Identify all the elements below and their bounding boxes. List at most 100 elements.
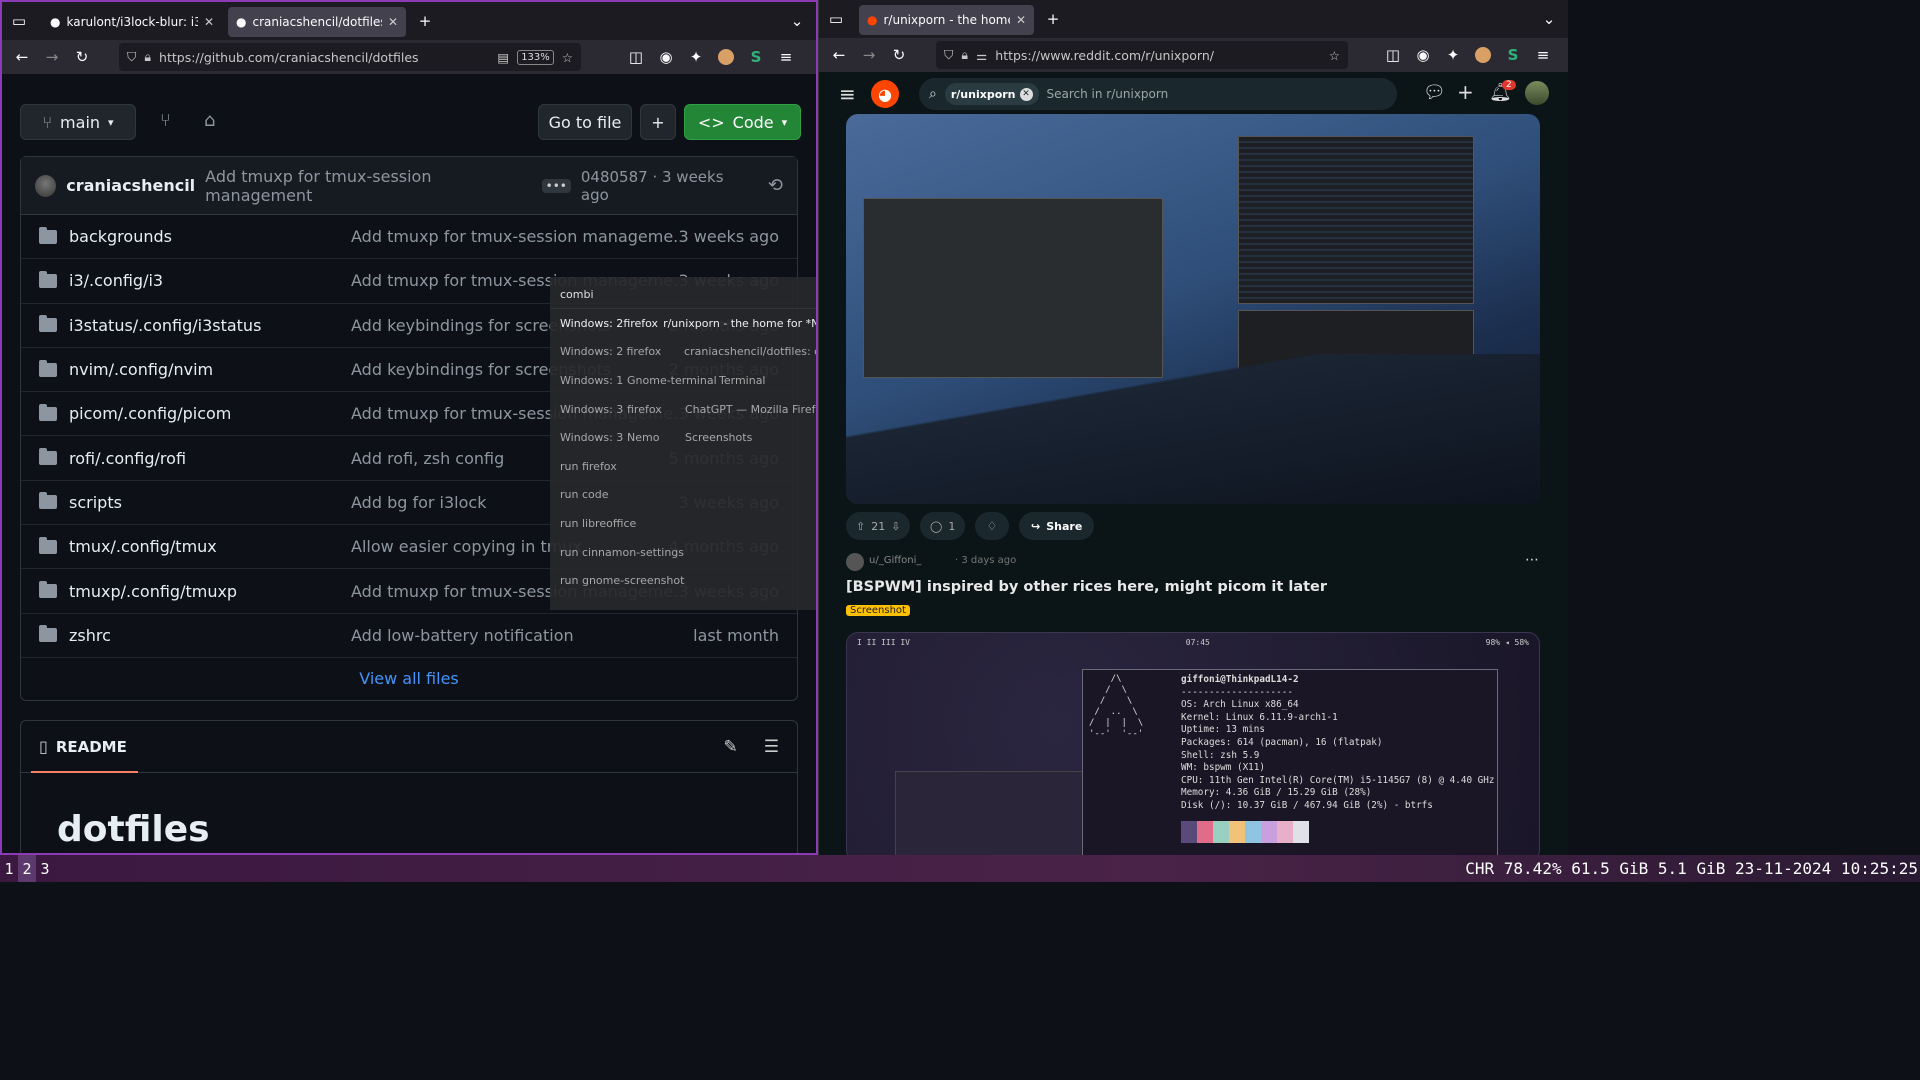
post2-title[interactable]: [BSPWM] inspired by other rices here, mi…	[846, 579, 1327, 595]
forward-icon[interactable]: →	[854, 40, 884, 70]
file-name[interactable]: tmux/.config/tmux	[69, 537, 351, 556]
account-icon[interactable]: ◉	[1408, 40, 1438, 70]
rofi-item[interactable]: Windows: 1 Gnome-terminal Terminal	[550, 366, 816, 395]
commit-message[interactable]: Add tmuxp for tmux-session management	[205, 167, 531, 205]
file-name[interactable]: i3status/.config/i3status	[69, 316, 351, 335]
file-name[interactable]: nvim/.config/nvim	[69, 360, 351, 379]
workspace-3[interactable]: 3	[36, 855, 54, 882]
search-bar[interactable]: ⌕ r/unixporn ✕ Search in r/unixporn	[919, 78, 1397, 110]
create-post-icon[interactable]: +	[1457, 80, 1474, 104]
chat-icon[interactable]: 💬︎	[1423, 82, 1446, 103]
avatar[interactable]	[35, 174, 57, 197]
pocket-icon[interactable]: ◫	[1378, 40, 1408, 70]
post2-more-icon[interactable]: ⋯	[1525, 552, 1539, 568]
file-name[interactable]: scripts	[69, 493, 351, 512]
rofi-mode-prompt[interactable]: combi	[550, 277, 816, 309]
tab-i3lock-blur[interactable]: ● karulont/i3lock-blur: i3lock ✕	[42, 7, 222, 37]
rofi-item[interactable]: run gnome-screenshot	[550, 566, 816, 595]
menu-icon[interactable]: ≡	[771, 42, 801, 72]
commit-hash-time[interactable]: 0480587 · 3 weeks ago	[581, 168, 750, 204]
hamburger-icon[interactable]: ≡	[839, 82, 856, 106]
code-button[interactable]: <> Code ▾	[684, 104, 801, 140]
new-tab-button[interactable]: +	[1038, 4, 1068, 34]
branch-selector[interactable]: ⑂ main ▾	[20, 104, 136, 140]
extensions-icon[interactable]: ✦	[1438, 40, 1468, 70]
tab-list-icon[interactable]: ▭	[4, 6, 34, 36]
extension-avatar-icon[interactable]	[1468, 40, 1498, 70]
tab-overflow-chevron-icon[interactable]: ⌄	[1534, 4, 1564, 34]
tags-icon[interactable]: ⌂	[204, 110, 215, 131]
extension-s-icon[interactable]: S	[1498, 40, 1528, 70]
url-bar[interactable]: ⛉ 🔒︎ https://github.com/craniacshencil/d…	[119, 43, 581, 71]
comments-button[interactable]: ◯ 1	[920, 512, 966, 540]
extensions-icon[interactable]: ✦	[681, 42, 711, 72]
url-bar[interactable]: ⛉ 🔒︎ ⚌ https://www.reddit.com/r/unixporn…	[936, 41, 1348, 69]
close-tab-icon[interactable]: ✕	[1016, 13, 1026, 27]
rofi-item[interactable]: Windows: 3 firefox ChatGPT — Mozilla Firef…	[550, 395, 816, 424]
file-name[interactable]: picom/.config/picom	[69, 404, 351, 423]
new-tab-button[interactable]: +	[410, 6, 440, 36]
upvote-icon[interactable]: ⇧	[856, 520, 865, 533]
commit-details-icon[interactable]: •••	[541, 178, 571, 193]
rofi-item[interactable]: Windows: 3 Nemo Screenshots	[550, 423, 816, 452]
subreddit-chip[interactable]: r/unixporn ✕	[944, 83, 1039, 105]
tab-overflow-chevron-icon[interactable]: ⌄	[782, 6, 812, 36]
file-commit-message[interactable]: Add tmuxp for tmux-session manageme...	[351, 227, 679, 246]
share-button[interactable]: ↪ Share	[1019, 512, 1095, 540]
post-image-2[interactable]: I II III IV 07:45 98% ◂ 58% /\ / \ / \ /…	[846, 632, 1540, 855]
file-name[interactable]: zshrc	[69, 626, 351, 645]
workspace-1[interactable]: 1	[0, 855, 18, 882]
edit-pencil-icon[interactable]: ✎	[724, 737, 738, 757]
forward-icon[interactable]: →	[37, 42, 67, 72]
pocket-icon[interactable]: ◫	[621, 42, 651, 72]
workspace-2[interactable]: 2	[18, 855, 36, 882]
close-tab-icon[interactable]: ✕	[204, 15, 214, 29]
account-icon[interactable]: ◉	[651, 42, 681, 72]
file-name[interactable]: rofi/.config/rofi	[69, 449, 351, 468]
back-icon[interactable]: ←	[7, 42, 37, 72]
rofi-item[interactable]: Windows: 2 firefox r/unixporn - the home f…	[550, 309, 816, 338]
rofi-item[interactable]: run cinnamon-settings	[550, 538, 816, 567]
search-placeholder[interactable]: Search in r/unixporn	[1047, 87, 1169, 101]
tab-dotfiles[interactable]: ● craniacshencil/dotfiles: co ✕	[228, 7, 406, 37]
close-tab-icon[interactable]: ✕	[388, 15, 398, 29]
reader-view-icon[interactable]: ▤	[497, 50, 509, 65]
file-name[interactable]: tmuxp/.config/tmuxp	[69, 582, 351, 601]
reload-icon[interactable]: ↻	[67, 42, 97, 72]
extension-s-icon[interactable]: S	[741, 42, 771, 72]
history-icon[interactable]: ⟲	[768, 175, 783, 196]
outline-list-icon[interactable]: ☰	[764, 737, 779, 757]
file-name[interactable]: backgrounds	[69, 227, 351, 246]
remove-chip-icon[interactable]: ✕	[1019, 87, 1033, 101]
extension-avatar-icon[interactable]	[711, 42, 741, 72]
table-row[interactable]: backgrounds Add tmuxp for tmux-session m…	[21, 215, 797, 260]
readme-tab[interactable]: README	[56, 738, 127, 756]
post2-flair[interactable]: Screenshot	[846, 605, 910, 616]
commit-author[interactable]: craniacshencil	[66, 176, 195, 195]
back-icon[interactable]: ←	[824, 40, 854, 70]
downvote-icon[interactable]: ⇩	[891, 520, 900, 533]
post-image-1[interactable]	[846, 114, 1540, 504]
post2-avatar[interactable]	[846, 553, 864, 571]
rofi-item[interactable]: Windows: 2 firefox craniacshencil/dotfiles…	[550, 338, 816, 367]
reddit-logo[interactable]: ◕	[871, 80, 899, 108]
branches-icon[interactable]: ⑂	[160, 110, 171, 131]
award-button[interactable]: ♢	[975, 512, 1009, 540]
rofi-item[interactable]: run code	[550, 481, 816, 510]
avatar[interactable]	[1525, 81, 1549, 105]
bookmark-star-icon[interactable]: ☆	[562, 50, 573, 65]
file-name[interactable]: i3/.config/i3	[69, 271, 351, 290]
menu-icon[interactable]: ≡	[1528, 40, 1558, 70]
go-to-file-button[interactable]: Go to file	[538, 104, 632, 140]
tab-list-icon[interactable]: ▭	[821, 4, 851, 34]
file-commit-message[interactable]: Add low-battery notification	[351, 626, 679, 645]
post2-author[interactable]: u/_Giffoni_	[869, 555, 921, 566]
tab-reddit[interactable]: ● r/unixporn - the home for ✕	[859, 5, 1034, 35]
view-all-files-link[interactable]: View all files	[21, 658, 797, 700]
rofi-item[interactable]: run libreoffice	[550, 509, 816, 538]
table-row[interactable]: zshrc Add low-battery notification last …	[21, 614, 797, 658]
zoom-indicator[interactable]: 133%	[517, 49, 554, 65]
bookmark-star-icon[interactable]: ☆	[1329, 48, 1340, 63]
add-file-button[interactable]: +	[640, 104, 676, 140]
rofi-item[interactable]: run firefox	[550, 452, 816, 481]
